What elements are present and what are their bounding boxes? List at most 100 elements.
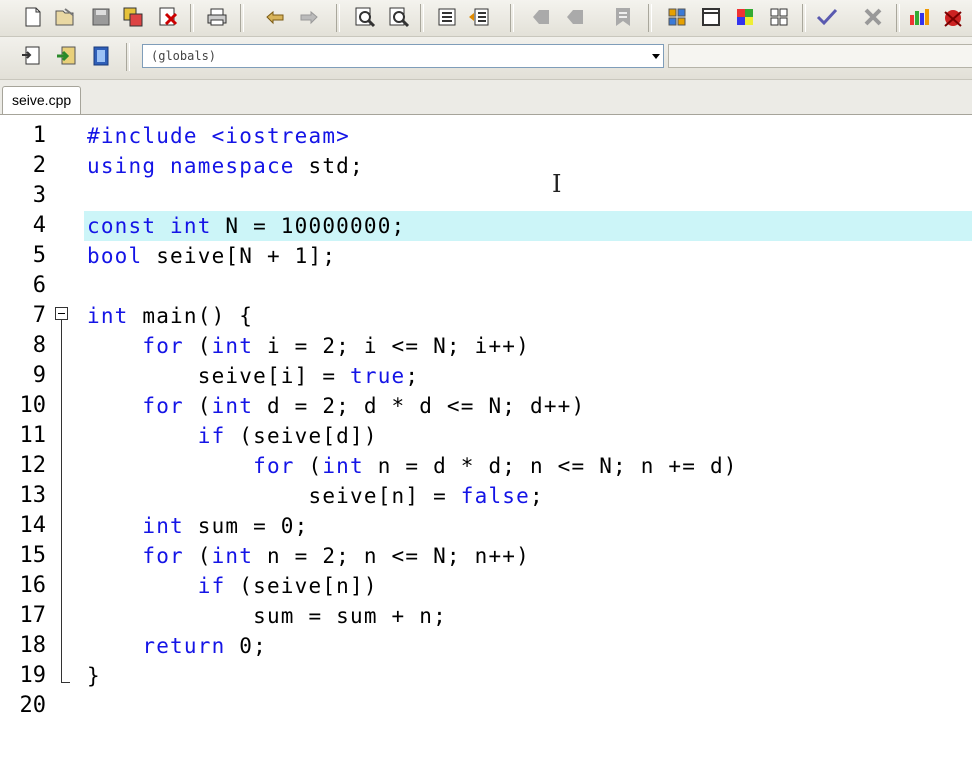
stop-icon[interactable] — [860, 4, 886, 30]
code-token: (seive[d]) — [225, 424, 378, 448]
tab-seive-cpp[interactable]: seive.cpp — [2, 86, 82, 114]
code-text: seive[i] = true; — [87, 361, 419, 391]
line-number: 8 — [32, 333, 46, 358]
code-line[interactable]: 19} — [0, 661, 972, 691]
code-line[interactable]: 16 if (seive[n]) — [0, 571, 972, 601]
keyword-token: for — [142, 544, 184, 568]
file-tab-bar: seive.cpp — [0, 80, 972, 115]
member-dropdown[interactable] — [668, 44, 972, 68]
redo-icon[interactable] — [296, 4, 322, 30]
chart-icon[interactable] — [906, 4, 932, 30]
code-line[interactable]: 15 for (int n = 2; n <= N; n++) — [0, 541, 972, 571]
project-view-icon[interactable] — [664, 4, 690, 30]
code-token: ( — [183, 544, 212, 568]
code-line[interactable]: 13 seive[n] = false; — [0, 481, 972, 511]
indent-icon[interactable] — [434, 4, 460, 30]
keyword-token: bool — [87, 244, 143, 268]
toolbar-colors-icon[interactable] — [732, 4, 758, 30]
code-line[interactable]: 2 using namespace std; — [0, 151, 972, 181]
code-token: d = 2; d * d <= N; d++) — [253, 394, 586, 418]
compile-check-icon[interactable] — [814, 4, 840, 30]
code-text: if (seive[d]) — [87, 421, 378, 451]
keyword-token: const int — [87, 214, 212, 238]
keyword-token: int — [87, 304, 129, 328]
keyword-token: int — [211, 394, 254, 418]
code-line[interactable]: 10 for (int d = 2; d * d <= N; d++) — [0, 391, 972, 421]
code-token: 0; — [225, 634, 267, 658]
keyword-token: if — [197, 424, 226, 448]
code-line[interactable]: 8 for (int i = 2; i <= N; i++) — [0, 331, 972, 361]
chevron-down-icon[interactable] — [652, 54, 660, 59]
code-text: for (int n = 2; n <= N; n++) — [87, 541, 530, 571]
scope-dropdown[interactable]: (globals) — [142, 44, 664, 68]
save-all-icon[interactable] — [120, 4, 146, 30]
line-number: 11 — [19, 423, 47, 448]
toolbar-separator — [648, 4, 652, 32]
class-view-icon[interactable] — [698, 4, 724, 30]
unindent-icon[interactable] — [466, 4, 492, 30]
undo-icon[interactable] — [262, 4, 288, 30]
save-file-icon[interactable] — [88, 4, 114, 30]
print-icon[interactable] — [204, 4, 230, 30]
code-line[interactable]: 3 — [0, 181, 972, 211]
code-line[interactable]: 5 bool seive[N + 1]; — [0, 241, 972, 271]
code-token: ( — [183, 334, 212, 358]
debug-icon[interactable] — [940, 4, 966, 30]
code-line[interactable]: 12 for (int n = d * d; n <= N; n += d) — [0, 451, 972, 481]
line-number: 15 — [19, 543, 47, 568]
code-line[interactable]: 9 seive[i] = true; — [0, 361, 972, 391]
code-text: for (int i = 2; i <= N; i++) — [87, 331, 530, 361]
code-token: ( — [294, 454, 323, 478]
fold-collapse-icon[interactable] — [55, 307, 68, 320]
text-cursor-icon: I — [552, 170, 562, 198]
code-line[interactable]: 11 if (seive[d]) — [0, 421, 972, 451]
bookmark-prev-icon[interactable] — [528, 4, 554, 30]
code-line[interactable]: 14 int sum = 0; — [0, 511, 972, 541]
code-token: n = d * d; n <= N; n += d) — [363, 454, 738, 478]
code-editor[interactable]: 1 #include <iostream> 2 using namespace std… — [0, 115, 972, 761]
code-token: N = 10000000; — [211, 214, 406, 238]
line-number: 20 — [19, 693, 47, 718]
tab-label: seive.cpp — [12, 92, 72, 108]
replace-icon[interactable] — [386, 4, 412, 30]
code-token: sum = sum + n; — [87, 604, 447, 628]
code-token: ; — [529, 484, 544, 508]
code-text: } — [87, 661, 101, 691]
find-icon[interactable] — [352, 4, 378, 30]
line-number: 1 — [32, 123, 46, 148]
code-line[interactable]: 20 — [0, 691, 972, 721]
grid-icon[interactable] — [766, 4, 792, 30]
code-text: if (seive[n]) — [87, 571, 378, 601]
code-line[interactable]: 4 const int N = 10000000; — [0, 211, 972, 241]
code-text: int sum = 0; — [87, 511, 309, 541]
class-browser-icon[interactable] — [88, 43, 114, 69]
keyword-token: int — [211, 334, 254, 358]
insert-icon[interactable] — [54, 43, 80, 69]
goto-icon[interactable] — [18, 43, 44, 69]
preprocessor-token: #include <iostream> — [87, 124, 351, 148]
toolbar-separator — [802, 4, 806, 32]
toolbar-separator — [420, 4, 424, 32]
code-text: const int N = 10000000; — [87, 211, 405, 241]
code-line[interactable]: 17 sum = sum + n; — [0, 601, 972, 631]
line-number: 6 — [32, 273, 46, 298]
new-file-icon[interactable] — [20, 4, 46, 30]
fold-guide-line — [61, 320, 62, 683]
scope-dropdown-value: (globals) — [151, 49, 217, 63]
code-line[interactable]: 18 return 0; — [0, 631, 972, 661]
open-file-icon[interactable] — [52, 4, 78, 30]
bookmark-toggle-icon[interactable] — [610, 4, 636, 30]
code-token: ; — [405, 364, 420, 388]
bookmark-next-icon[interactable] — [562, 4, 588, 30]
code-line[interactable]: 6 — [0, 271, 972, 301]
toolbar-separator — [336, 4, 340, 32]
code-line[interactable]: 7 int main() { — [0, 301, 972, 331]
line-number: 12 — [19, 453, 47, 478]
close-file-icon[interactable] — [155, 4, 181, 30]
keyword-token: using namespace — [87, 154, 295, 178]
line-number: 5 — [32, 243, 46, 268]
keyword-token: int — [322, 454, 364, 478]
code-line[interactable]: 1 #include <iostream> — [0, 121, 972, 151]
